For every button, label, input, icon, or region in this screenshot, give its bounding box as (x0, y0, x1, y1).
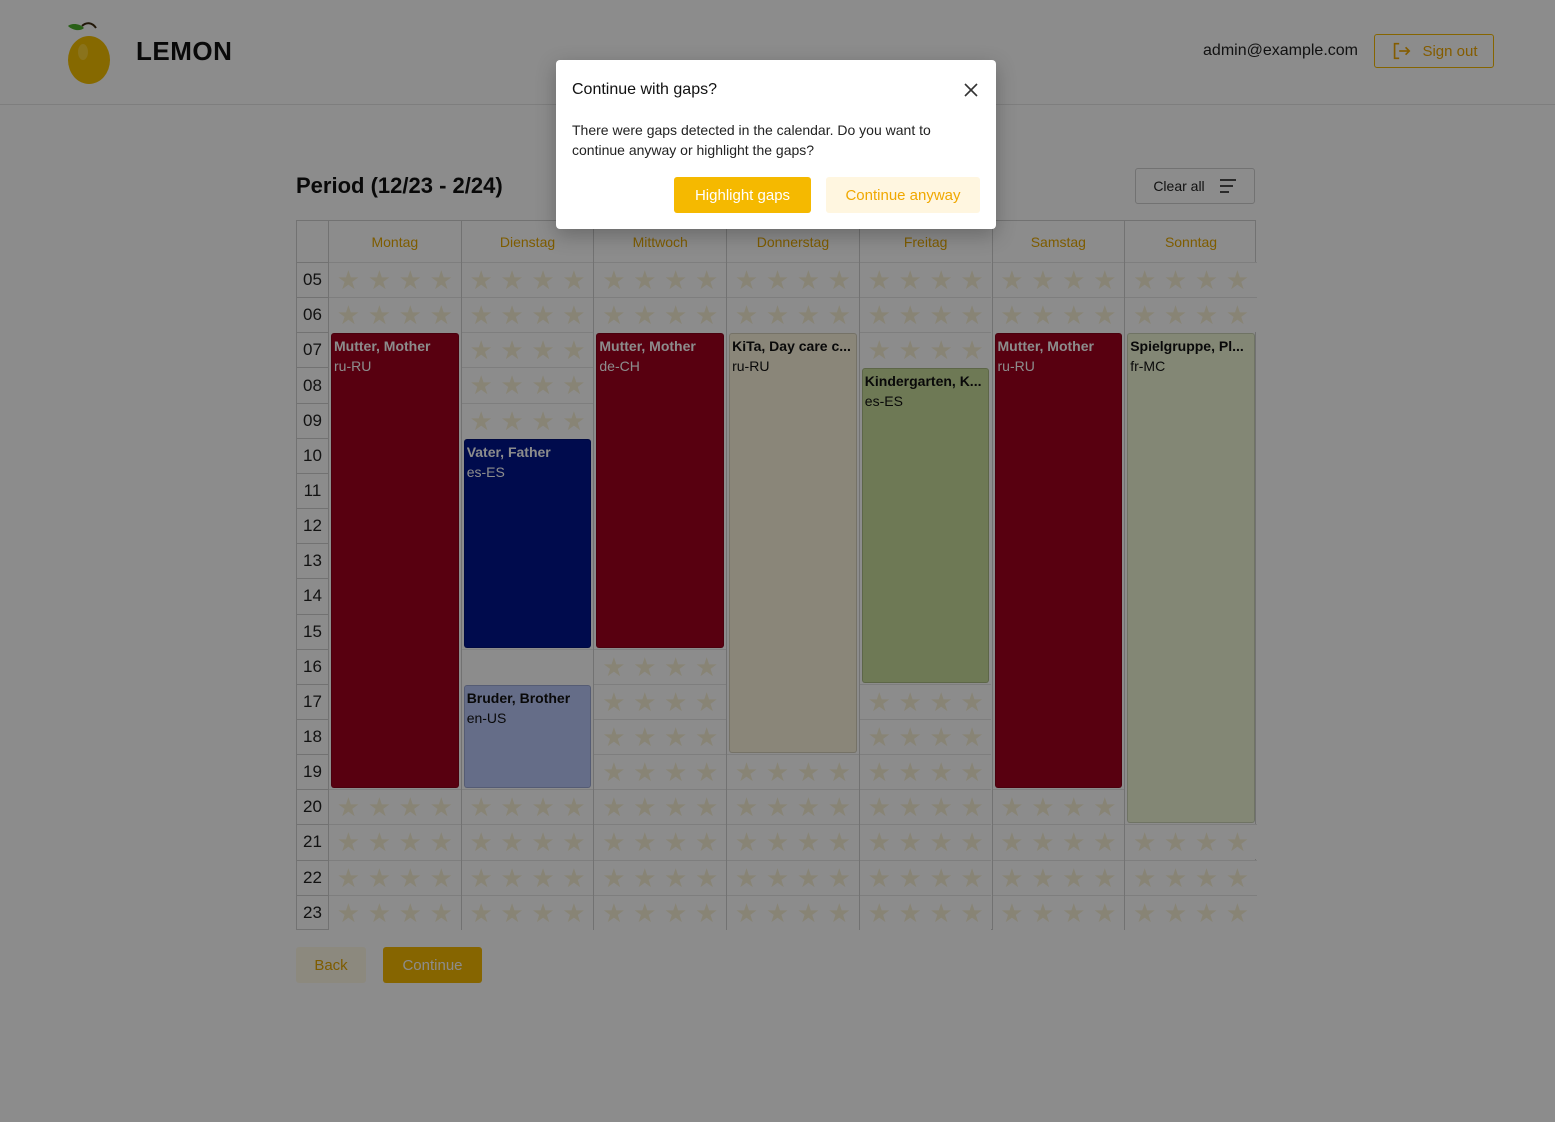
gaps-dialog: Continue with gaps? There were gaps dete… (556, 60, 996, 229)
continue-anyway-button[interactable]: Continue anyway (826, 177, 980, 213)
dialog-title: Continue with gaps? (572, 81, 717, 98)
close-icon[interactable] (960, 79, 982, 101)
dialog-message: There were gaps detected in the calendar… (572, 122, 931, 158)
highlight-gaps-button[interactable]: Highlight gaps (674, 177, 811, 213)
